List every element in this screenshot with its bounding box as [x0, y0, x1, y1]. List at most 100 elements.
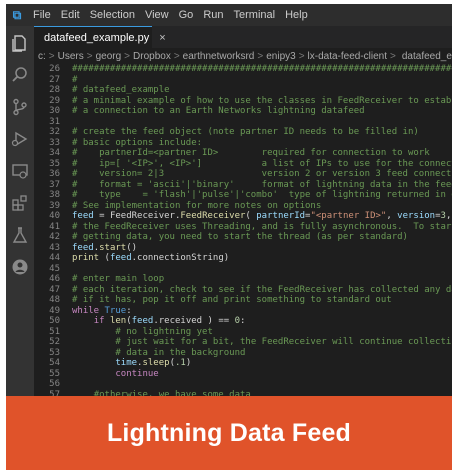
code-token: # basic options include: — [72, 137, 203, 148]
code-line[interactable]: 44 print (feed.connectionString) — [34, 253, 452, 264]
code-token: .connectionString) — [131, 253, 230, 263]
code-text: # just wait for a bit, the FeedReceiver … — [72, 337, 452, 348]
breadcrumb-item[interactable]: Dropbox — [133, 51, 171, 62]
code-line[interactable]: 46 # enter main loop — [34, 274, 452, 285]
menu-view[interactable]: View — [140, 4, 174, 26]
code-line[interactable]: 34 # partnerId=<partner ID> required for … — [34, 148, 452, 159]
code-line[interactable]: 55 continue — [34, 369, 452, 380]
code-line[interactable]: 37 # format = 'ascii'|'binary' format of … — [34, 180, 452, 191]
code-token: # datafeed_example — [72, 85, 170, 95]
account-icon[interactable] — [11, 258, 29, 276]
line-number: 29 — [49, 95, 60, 106]
code-line[interactable]: 41 # the FeedReceiver uses Threading, and… — [34, 222, 452, 233]
breadcrumb-item[interactable]: c: — [38, 51, 46, 62]
code-line[interactable]: 43 feed.start() — [34, 243, 452, 254]
breadcrumb-item[interactable]: Users — [58, 51, 84, 62]
menu-run[interactable]: Run — [198, 4, 228, 26]
code-text: feed.start() — [72, 243, 137, 254]
tab-datafeed-example[interactable]: datafeed_example.py × — [34, 26, 166, 48]
line-number: 34 — [49, 148, 60, 158]
close-icon[interactable]: × — [159, 32, 165, 44]
code-line[interactable]: 38 # type = 'flash'|'pulse'|'combo' type … — [34, 190, 452, 201]
menu-terminal[interactable]: Terminal — [229, 4, 281, 26]
code-line[interactable]: 45 — [34, 264, 452, 275]
code-token: .received ) == — [153, 316, 235, 326]
code-text: # no lightning yet — [72, 327, 213, 338]
breadcrumb-item[interactable]: lx-data-feed-client — [308, 51, 387, 62]
extensions-icon[interactable] — [11, 194, 29, 212]
remote-explorer-icon[interactable] — [11, 162, 29, 180]
code-token: # getting data, you need to start the th… — [72, 232, 408, 242]
tab-bar: datafeed_example.py × — [34, 26, 452, 48]
code-token: # — [72, 74, 78, 85]
code-text: # a connection to an Earth Networks ligh… — [72, 106, 365, 117]
code-line[interactable]: 54 time.sleep(.1) — [34, 358, 452, 369]
code-token: ( — [245, 211, 257, 221]
code-line[interactable]: 27 # — [34, 75, 452, 86]
code-line[interactable]: 26 ######################################… — [34, 64, 452, 75]
code-token: # a connection to an Earth Networks ligh… — [72, 106, 365, 116]
code-text: # each iteration, check to see if the Fe… — [72, 285, 452, 296]
breadcrumb-item[interactable]: georg — [96, 51, 122, 62]
code-line[interactable]: 36 # version= 2|3 version 2 or version 3 … — [34, 169, 452, 180]
run-debug-icon[interactable] — [11, 130, 29, 148]
code-line[interactable]: 48 # if it has, pop it off and print some… — [34, 295, 452, 306]
code-editor[interactable]: 26 ######################################… — [34, 64, 452, 396]
code-token: # type = 'flash'|'pulse'|'combo' type of… — [72, 190, 452, 200]
code-token: ########################################… — [72, 64, 452, 74]
code-token: feed — [72, 211, 94, 221]
code-line[interactable]: 28 # datafeed_example — [34, 85, 452, 96]
line-number: 56 — [49, 379, 60, 389]
code-text: # enter main loop — [72, 274, 164, 285]
menu-go[interactable]: Go — [174, 4, 199, 26]
breadcrumb-file[interactable]: datafeed_example.py — [402, 51, 452, 62]
line-number: 53 — [49, 347, 60, 358]
code-line[interactable]: 52 # just wait for a bit, the FeedReceiv… — [34, 337, 452, 348]
code-line[interactable]: 33 # basic options include: — [34, 138, 452, 149]
code-token: continue — [115, 368, 159, 379]
breadcrumb-item[interactable]: enipy3 — [266, 51, 295, 62]
code-line[interactable]: 30 # a connection to an Earth Networks li… — [34, 106, 452, 117]
code-line[interactable]: 39 # See implementation for more notes on… — [34, 201, 452, 212]
chevron-right-icon: > — [257, 50, 264, 62]
menu-selection[interactable]: Selection — [85, 4, 140, 26]
code-line[interactable]: 56 — [34, 379, 452, 390]
vscode-logo-icon: ⧉ — [12, 7, 22, 22]
code-line[interactable]: 47 # each iteration, check to see if the … — [34, 285, 452, 296]
breadcrumb-item[interactable]: earthnetworksrd — [183, 51, 255, 62]
code-token: () — [126, 242, 138, 253]
code-line[interactable]: 49 while True: — [34, 306, 452, 317]
source-control-icon[interactable] — [11, 98, 29, 116]
menu-file[interactable]: File — [28, 4, 56, 26]
search-icon[interactable] — [11, 66, 29, 84]
testing-icon[interactable] — [11, 226, 29, 244]
code-text: ########################################… — [72, 64, 452, 75]
files-icon[interactable] — [11, 34, 29, 52]
line-number: 33 — [49, 137, 60, 148]
code-line[interactable]: 29 # a minimal example of how to use the … — [34, 96, 452, 107]
code-token: len — [109, 316, 127, 326]
code-line[interactable]: 40 feed = FeedReceiver.FeedReceiver( part… — [34, 211, 452, 222]
code-line[interactable]: 42 # getting data, you need to start the … — [34, 232, 452, 243]
chevron-right-icon: > — [124, 50, 131, 62]
code-token: ) — [185, 358, 192, 368]
code-token: # just wait for a bit, the FeedReceiver … — [115, 337, 452, 347]
code-line[interactable]: 50 if len(feed.received ) == 0: — [34, 316, 452, 327]
code-text: time.sleep(.1) — [72, 358, 191, 369]
code-line[interactable]: 51 # no lightning yet — [34, 327, 452, 338]
line-number: 36 — [49, 169, 60, 179]
menu-edit[interactable]: Edit — [56, 4, 85, 26]
chevron-right-icon: > — [298, 50, 305, 62]
line-number: 45 — [49, 263, 60, 274]
menu-help[interactable]: Help — [280, 4, 313, 26]
code-line[interactable]: 32 # create the feed object (note partner… — [34, 127, 452, 138]
code-token: # ip=[ '<IP>', <IP>'] a list of IPs to u… — [72, 158, 452, 169]
code-line[interactable]: 35 # ip=[ '<IP>', <IP>'] a list of IPs to… — [34, 159, 452, 170]
code-line[interactable]: 31 — [34, 117, 452, 128]
code-line[interactable]: 53 # data in the background — [34, 348, 452, 359]
chevron-right-icon: > — [86, 50, 93, 62]
